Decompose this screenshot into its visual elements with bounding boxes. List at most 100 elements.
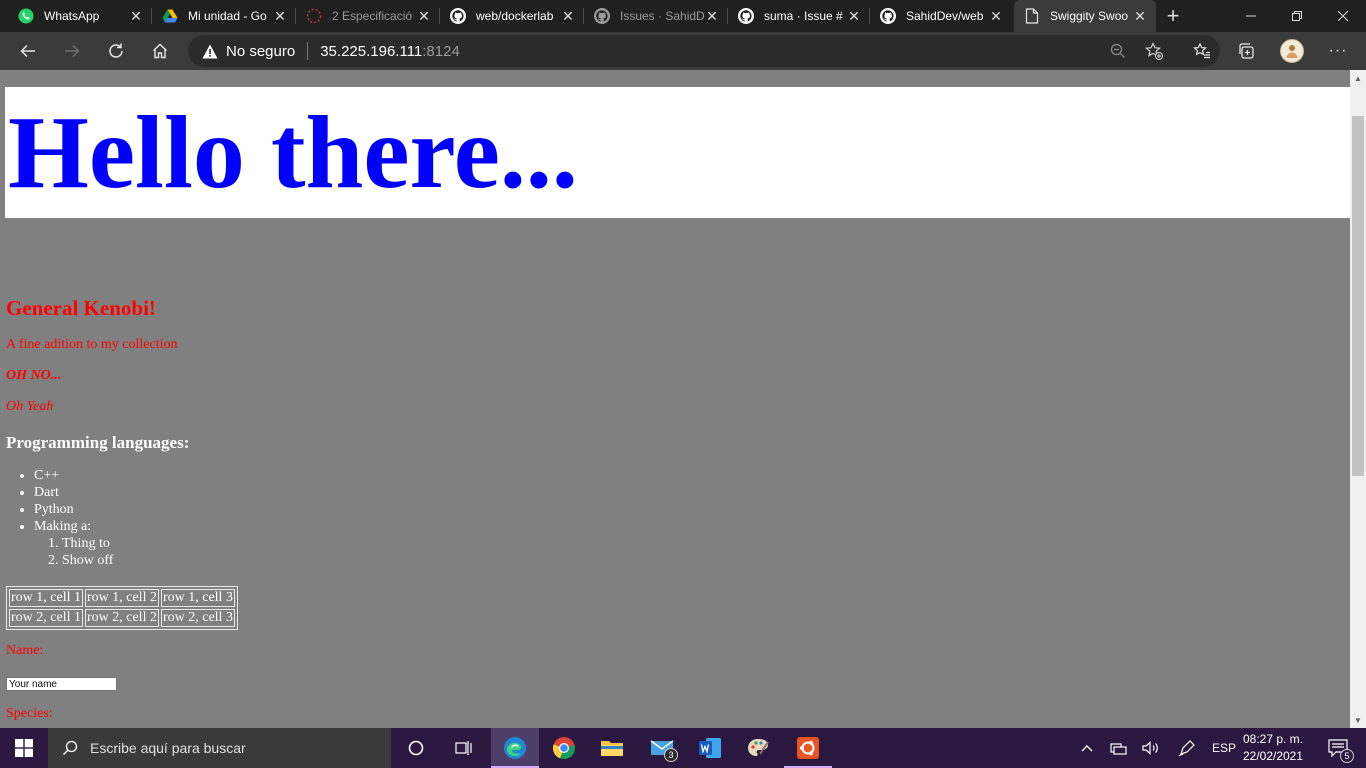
github-icon bbox=[594, 8, 610, 24]
action-center-button[interactable]: 5 bbox=[1318, 728, 1358, 768]
forward-arrow-icon bbox=[65, 44, 80, 58]
tab-dockerlab[interactable]: web/dockerlab ✕ bbox=[440, 0, 584, 32]
close-tab-icon[interactable]: ✕ bbox=[1132, 8, 1148, 25]
favorites-button[interactable] bbox=[1186, 35, 1218, 67]
list-item: C++ bbox=[34, 467, 113, 484]
home-button[interactable] bbox=[144, 35, 176, 67]
cortana-button[interactable] bbox=[392, 728, 440, 768]
tab-whatsapp[interactable]: WhatsApp ✕ bbox=[8, 0, 152, 32]
table-cell: row 2, cell 3 bbox=[160, 609, 235, 627]
close-icon bbox=[1338, 11, 1348, 21]
close-tab-icon[interactable]: ✕ bbox=[416, 8, 432, 25]
network-button[interactable] bbox=[1106, 728, 1132, 768]
zoom-out-icon[interactable] bbox=[1102, 35, 1134, 67]
edge-taskbar-button[interactable] bbox=[491, 728, 539, 768]
cortana-icon bbox=[408, 740, 424, 756]
minimize-icon bbox=[1246, 15, 1256, 17]
chevron-up-icon bbox=[1081, 745, 1093, 752]
profile-avatar[interactable] bbox=[1280, 39, 1304, 63]
mail-taskbar-button[interactable]: 3 bbox=[638, 728, 686, 768]
page-icon bbox=[1024, 8, 1040, 24]
input-language-button[interactable]: ESP bbox=[1208, 728, 1240, 768]
clock-time: 08:27 p. m. bbox=[1242, 732, 1304, 746]
task-view-button[interactable] bbox=[440, 728, 488, 768]
table-cell: row 1, cell 3 bbox=[160, 589, 235, 607]
windows-logo-icon bbox=[15, 739, 33, 757]
url-host: 35.225.196.111 bbox=[320, 42, 423, 60]
forward-button[interactable] bbox=[56, 35, 88, 67]
page-scrollbar[interactable]: ▲ ▼ bbox=[1350, 70, 1366, 728]
table-row: row 2, cell 1 row 2, cell 2 row 2, cell … bbox=[9, 609, 235, 627]
scrollbar-thumb[interactable] bbox=[1352, 116, 1364, 476]
paint-taskbar-button[interactable] bbox=[734, 728, 782, 768]
paint-icon bbox=[748, 739, 769, 756]
show-hidden-icons-button[interactable] bbox=[1076, 728, 1098, 768]
minimize-button[interactable] bbox=[1228, 0, 1274, 32]
close-tab-icon[interactable]: ✕ bbox=[988, 8, 1004, 25]
word-taskbar-button[interactable] bbox=[686, 728, 734, 768]
tab-sahiddev-web[interactable]: SahidDev/web ✕ bbox=[870, 0, 1012, 32]
table-cell: row 1, cell 1 bbox=[9, 589, 83, 607]
settings-more-button[interactable]: ··· bbox=[1322, 35, 1354, 67]
pen-workspace-button[interactable] bbox=[1174, 728, 1200, 768]
restore-button[interactable] bbox=[1274, 0, 1320, 32]
github-icon bbox=[880, 8, 896, 24]
collections-button[interactable] bbox=[1230, 35, 1262, 67]
close-tab-icon[interactable]: ✕ bbox=[846, 8, 862, 25]
taskbar-search-box[interactable]: Escribe aquí para buscar bbox=[48, 728, 391, 768]
tab-issues[interactable]: Issues · SahidD ✕ bbox=[584, 0, 728, 32]
tab-title: Swiggity Swoo bbox=[1050, 9, 1129, 23]
search-icon bbox=[62, 740, 78, 756]
scroll-up-arrow-icon[interactable]: ▲ bbox=[1350, 70, 1366, 86]
ubuntu-icon bbox=[797, 737, 819, 759]
start-button[interactable] bbox=[0, 728, 48, 768]
warning-icon[interactable] bbox=[202, 43, 218, 59]
close-tab-icon[interactable]: ✕ bbox=[272, 8, 288, 25]
making-list: Thing to Show off bbox=[34, 535, 113, 569]
browser-toolbar: No seguro 35.225.196.111:8124 ··· bbox=[0, 32, 1366, 70]
back-button[interactable] bbox=[12, 35, 44, 67]
data-table: row 1, cell 1 row 1, cell 2 row 1, cell … bbox=[6, 586, 238, 630]
paragraph-oh-yeah: Oh Yeah bbox=[6, 399, 54, 414]
subheading: General Kenobi! bbox=[6, 296, 156, 320]
whatsapp-icon bbox=[18, 8, 34, 24]
new-tab-button[interactable]: + bbox=[1160, 4, 1186, 28]
close-tab-icon[interactable]: ✕ bbox=[560, 8, 576, 25]
species-label: Species: bbox=[6, 706, 53, 721]
google-drive-icon bbox=[162, 8, 178, 24]
clock-date: 22/02/2021 bbox=[1242, 749, 1304, 763]
tab-title: SahidDev/web bbox=[906, 9, 984, 23]
tab-google-drive[interactable]: Mi unidad - Go ✕ bbox=[152, 0, 296, 32]
url-port: :8124 bbox=[422, 42, 460, 60]
paragraph-collection: A fine adition to my collection bbox=[6, 337, 178, 352]
speaker-icon bbox=[1142, 741, 1158, 755]
pen-icon bbox=[1178, 740, 1195, 757]
more-dots-icon: ··· bbox=[1328, 42, 1348, 59]
scroll-down-arrow-icon[interactable]: ▼ bbox=[1350, 712, 1366, 728]
close-tab-icon[interactable]: ✕ bbox=[128, 8, 144, 25]
name-input[interactable] bbox=[6, 677, 117, 691]
add-favorite-icon[interactable] bbox=[1138, 35, 1170, 67]
windows-taskbar: Escribe aquí para buscar 3 ESP 08:27 p. … bbox=[0, 728, 1366, 768]
restore-icon bbox=[1292, 11, 1302, 21]
tab-suma-issue[interactable]: suma · Issue # ✕ bbox=[728, 0, 870, 32]
tab-swiggity-active[interactable]: Swiggity Swoo ✕ bbox=[1014, 0, 1156, 32]
file-explorer-taskbar-button[interactable] bbox=[588, 728, 636, 768]
chrome-taskbar-button[interactable] bbox=[540, 728, 588, 768]
close-tab-icon[interactable]: ✕ bbox=[704, 8, 720, 25]
address-bar[interactable]: No seguro 35.225.196.111:8124 bbox=[188, 35, 1220, 67]
volume-button[interactable] bbox=[1138, 728, 1164, 768]
search-placeholder: Escribe aquí para buscar bbox=[90, 740, 246, 756]
languages-title: Programming languages: bbox=[6, 433, 190, 452]
clock[interactable]: 08:27 p. m. 22/02/2021 bbox=[1240, 731, 1306, 765]
refresh-button[interactable] bbox=[100, 35, 132, 67]
security-label[interactable]: No seguro bbox=[226, 43, 295, 60]
page-heading: Hello there... bbox=[8, 95, 578, 210]
table-row: row 1, cell 1 row 1, cell 2 row 1, cell … bbox=[9, 589, 235, 607]
word-icon bbox=[699, 738, 721, 758]
page-viewport: Hello there... General Kenobi! A fine ad… bbox=[0, 70, 1350, 728]
ubuntu-taskbar-button[interactable] bbox=[784, 728, 832, 768]
notification-badge: 5 bbox=[1340, 749, 1354, 763]
tab-especificacion[interactable]: 2 Especificació ✕ bbox=[296, 0, 440, 32]
close-window-button[interactable] bbox=[1320, 0, 1366, 32]
